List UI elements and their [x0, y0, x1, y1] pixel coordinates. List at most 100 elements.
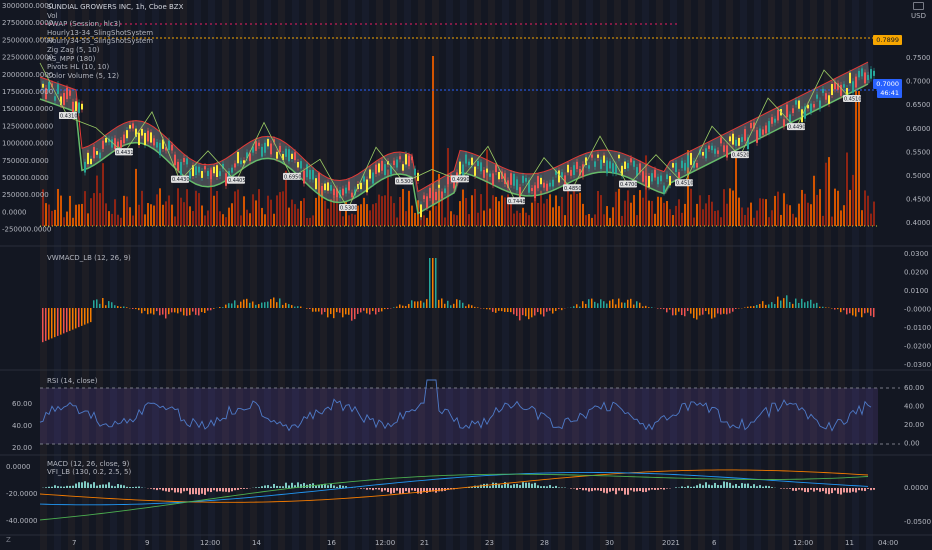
macd-hist-bar [786, 488, 788, 489]
legend-zigzag[interactable]: Zig Zag (5, 10) [47, 46, 183, 55]
macd-hist-bar [90, 484, 92, 488]
volume-bar [705, 203, 707, 226]
macd-hist-bar [219, 488, 221, 492]
vwmacd-bar [330, 308, 332, 315]
candle-body [99, 152, 101, 159]
macd-hist-bar [756, 486, 758, 488]
macd-hist-bar [45, 487, 47, 488]
legend-pivots[interactable]: Pivots HL (10, 10) [47, 63, 183, 72]
legend-rs-mpp[interactable]: RS_MPP (180) [47, 55, 183, 64]
volume-bar [735, 157, 737, 226]
volume-bar [72, 217, 74, 226]
vwmacd-bar [810, 299, 812, 308]
zigzag-label: 0.4520 [732, 153, 750, 159]
rsi-title[interactable]: RSI (14, close) [47, 377, 97, 385]
vwmacd-bar [60, 308, 62, 335]
volume-bar [96, 175, 98, 226]
candle-body [57, 84, 59, 94]
candle-body [663, 185, 665, 193]
vwmacd-bar [102, 298, 104, 308]
candle-body [117, 141, 119, 148]
vwmacd-bar [183, 308, 185, 316]
candle-body [762, 129, 764, 135]
screenshot-icon[interactable] [913, 2, 925, 10]
vwmacd-bar [681, 308, 683, 316]
volume-bar [732, 190, 734, 226]
volume-bar [867, 195, 869, 226]
legend-slingshot-13-34[interactable]: Hourly13-34_SlingShotSystem [47, 29, 183, 38]
vwmacd-bar [546, 308, 548, 312]
macd-hist-bar [240, 488, 242, 489]
timezone-icon[interactable]: Z [6, 536, 11, 544]
macd-hist-bar [222, 488, 224, 492]
vwmacd-bar [867, 308, 869, 313]
volume-bar [111, 213, 113, 226]
vwmacd-bar [387, 308, 389, 310]
vwmacd-bar [219, 307, 221, 308]
session-band [796, 0, 803, 550]
candle-body [624, 161, 626, 170]
vwmacd-bar [858, 308, 860, 313]
candle-body [183, 157, 185, 163]
candle-body [612, 163, 614, 174]
vfi-title[interactable]: VFI_LB (130, 0.2, 2.5, 5) [47, 468, 131, 476]
session-band [306, 0, 313, 550]
volume-bar [636, 215, 638, 226]
vwmacd-bar [729, 308, 731, 314]
vwmacd-bar [195, 308, 197, 315]
vwmacd-bar [648, 307, 650, 308]
candle-body [309, 170, 311, 180]
macd-hist-bar [369, 488, 371, 490]
volume-bar [174, 216, 176, 226]
macd-hist-bar [486, 483, 488, 488]
symbol-title[interactable]: SUNDIAL GROWERS INC, 1h, Cboe BZX [47, 3, 183, 12]
volume-bar [792, 213, 794, 226]
vwmacd-bar [561, 308, 563, 311]
macd-hist-bar [597, 488, 599, 491]
session-band [684, 0, 691, 550]
legend-vwap[interactable]: VWAP (Session, hlc3) [47, 20, 183, 29]
candle-body [831, 83, 833, 96]
currency-selector[interactable]: USD [911, 2, 926, 20]
legend-slingshot-34-55[interactable]: Hourly34-55_SlingShotSystem [47, 37, 183, 46]
vwmacd-bar [255, 304, 257, 308]
candle-body [225, 173, 227, 186]
candle-body [234, 163, 236, 168]
volume-bar [858, 91, 860, 226]
volume-bar [258, 189, 260, 226]
currency-label[interactable]: USD [911, 12, 926, 20]
volume-bar [363, 197, 365, 226]
vwmacd-bar [675, 308, 677, 316]
macd-hist-bar [510, 485, 512, 488]
candle-body [411, 156, 413, 161]
candle-body [534, 185, 536, 199]
vwmacd-bar [513, 308, 515, 315]
volume-bar [675, 205, 677, 226]
vwmacd-title[interactable]: VWMACD_LB (12, 26, 9) [47, 254, 131, 262]
volume-bar [678, 199, 680, 226]
macd-hist-bar [132, 487, 134, 488]
candle-body [435, 191, 437, 201]
volume-bar [648, 200, 650, 226]
session-band [180, 0, 187, 550]
volume-bar [99, 193, 101, 226]
candle-body [603, 155, 605, 163]
legend-vol[interactable]: Vol [47, 12, 183, 21]
candle-body [714, 148, 716, 154]
session-band [768, 0, 775, 550]
legend-color-volume[interactable]: Color Volume (5, 12) [47, 72, 183, 81]
volume-bar [720, 217, 722, 226]
volume-bar [630, 202, 632, 226]
macd-right-label: -0.0500 [904, 518, 931, 526]
macd-hist-bar [267, 485, 269, 488]
volume-bar [585, 215, 587, 226]
vwmacd-bar [87, 308, 89, 324]
macd-title[interactable]: MACD (12, 26, close, 9) [47, 460, 129, 468]
chart-canvas[interactable]: 0.58900.55500.55500.55590.69500.53000.53… [0, 0, 932, 550]
vwmacd-bar [357, 308, 359, 314]
volume-bar [186, 189, 188, 226]
vwmacd-axis-label: 0.0100 [904, 287, 929, 295]
macd-hist-bar [687, 485, 689, 488]
vwmacd-bar [393, 307, 395, 308]
candle-body [708, 145, 710, 149]
